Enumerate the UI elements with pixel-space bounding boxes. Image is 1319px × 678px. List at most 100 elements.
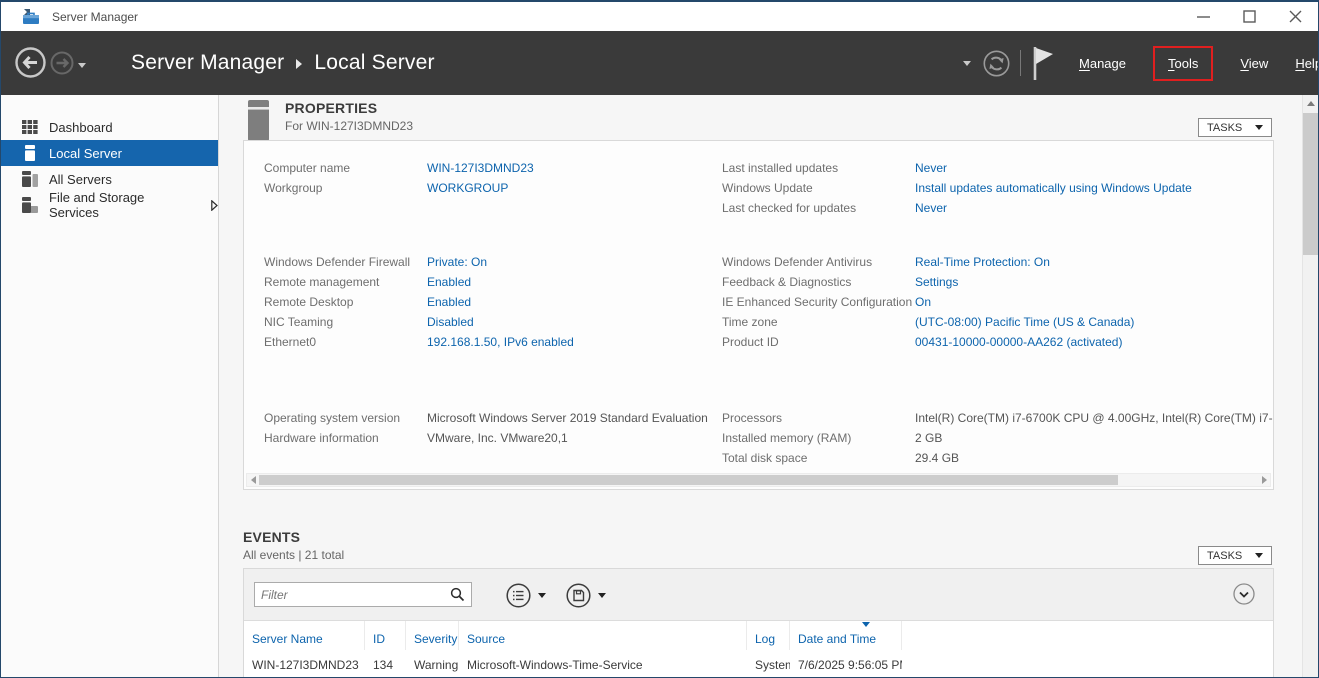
window-body: Dashboard Local Server All Servers File and… (1, 95, 1318, 677)
event-row[interactable]: WIN-127I3DMND23134WarningMicrosoft-Windo… (244, 650, 1273, 677)
sidebar-item-file-and-storage-services[interactable]: File and Storage Services (1, 192, 218, 218)
query-list-button[interactable] (506, 583, 546, 608)
notifications-dropdown-icon[interactable] (963, 61, 971, 66)
nav-divider (1020, 50, 1021, 76)
column-header-server-name[interactable]: Server Name (244, 621, 365, 650)
tasks-dropdown-icon (1255, 125, 1263, 130)
menu-help[interactable]: Help (1295, 56, 1319, 71)
forward-icon[interactable] (50, 51, 74, 80)
server-manager-app-icon (22, 9, 40, 25)
menu-manage[interactable]: Manage (1079, 56, 1126, 71)
menu-tools[interactable]: Tools (1153, 46, 1213, 81)
property-row: ProcessorsIntel(R) Core(TM) i7-6700K CPU… (722, 408, 1274, 428)
scroll-up-icon[interactable] (1307, 101, 1315, 106)
property-value-link[interactable]: Enabled (427, 295, 471, 309)
horizontal-scroll-thumb[interactable] (259, 475, 1118, 485)
sidebar-item-label: All Servers (49, 172, 112, 187)
column-header-id[interactable]: ID (365, 621, 406, 650)
property-label: Windows Defender Antivirus (722, 252, 915, 272)
nav-history-controls (15, 47, 86, 83)
property-label: Computer name (264, 158, 427, 178)
property-value-link[interactable]: Settings (915, 275, 958, 289)
filter-input[interactable] (255, 588, 450, 602)
property-group: Computer nameWIN-127I3DMND23WorkgroupWOR… (264, 158, 534, 198)
property-row: Windows Defender FirewallPrivate: On (264, 252, 574, 272)
notification-flag-icon[interactable] (1031, 45, 1055, 82)
properties-header: PROPERTIES For WIN-127I3DMND23 (248, 100, 413, 141)
column-header-date-and-time[interactable]: Date and Time (790, 621, 902, 650)
property-row: Windows Defender AntivirusReal-Time Prot… (722, 252, 1134, 272)
property-value-link[interactable]: (UTC-08:00) Pacific Time (US & Canada) (915, 315, 1134, 329)
property-value-link[interactable]: 192.168.1.50, IPv6 enabled (427, 335, 574, 349)
property-value-link[interactable]: Enabled (427, 275, 471, 289)
sidebar-item-label: Dashboard (49, 120, 113, 135)
close-icon[interactable] (1272, 2, 1318, 31)
property-row: Hardware informationVMware, Inc. VMware2… (264, 428, 708, 448)
scroll-right-icon[interactable] (1262, 476, 1267, 484)
tasks-dropdown-icon (1255, 553, 1263, 558)
vertical-scroll-thumb[interactable] (1303, 113, 1318, 255)
property-group: Windows Defender FirewallPrivate: OnRemo… (264, 252, 574, 352)
column-header-log[interactable]: Log (747, 621, 790, 650)
property-label: IE Enhanced Security Configuration (722, 292, 915, 312)
property-label: Windows Update (722, 178, 915, 198)
property-value: Microsoft Windows Server 2019 Standard E… (427, 411, 708, 425)
refresh-icon[interactable] (983, 50, 1010, 77)
property-label: Total disk space (722, 448, 915, 468)
sidebar-item-all-servers[interactable]: All Servers (1, 166, 218, 192)
properties-tasks-button[interactable]: TASKS (1198, 118, 1272, 137)
menu-view[interactable]: View (1240, 56, 1268, 71)
minimize-icon[interactable] (1180, 2, 1226, 31)
back-icon[interactable] (15, 47, 46, 83)
events-header-row: Server NameIDSeveritySourceLogDate and T… (244, 621, 1273, 650)
property-label: Remote Desktop (264, 292, 427, 312)
property-label: Installed memory (RAM) (722, 428, 915, 448)
property-value-link[interactable]: 00431-10000-00000-AA262 (activated) (915, 335, 1122, 349)
property-value-link[interactable]: WORKGROUP (427, 181, 508, 195)
server-manager-window: Server Manager Server Manager Local Serv… (0, 0, 1319, 678)
property-value-link[interactable]: WIN-127I3DMND23 (427, 161, 534, 175)
event-cell: Microsoft-Windows-Time-Service (459, 658, 747, 672)
scroll-left-icon[interactable] (251, 476, 256, 484)
property-label: Last installed updates (722, 158, 915, 178)
breadcrumb-root[interactable]: Server Manager (131, 51, 284, 75)
event-cell: 134 (365, 658, 406, 672)
sidebar-item-label: File and Storage Services (49, 190, 192, 220)
maximize-icon[interactable] (1226, 2, 1272, 31)
horizontal-scrollbar[interactable] (246, 473, 1271, 487)
property-row: Remote managementEnabled (264, 272, 574, 292)
history-dropdown-icon[interactable] (78, 63, 86, 68)
chevron-down-icon (538, 593, 546, 598)
property-value-link[interactable]: Real-Time Protection: On (915, 255, 1050, 269)
expand-chevron-icon[interactable] (211, 200, 218, 211)
property-label: Remote management (264, 272, 427, 292)
save-query-button[interactable] (566, 583, 606, 608)
navbar-menus: Manage Tools View Help (1079, 31, 1319, 95)
property-value-link[interactable]: Never (915, 161, 947, 175)
sidebar-item-dashboard[interactable]: Dashboard (1, 114, 218, 140)
properties-panel: Computer nameWIN-127I3DMND23WorkgroupWOR… (243, 140, 1274, 490)
property-label: NIC Teaming (264, 312, 427, 332)
property-value-link[interactable]: Install updates automatically using Wind… (915, 181, 1192, 195)
property-value-link[interactable]: On (915, 295, 931, 309)
property-value-link[interactable]: Never (915, 201, 947, 215)
property-row: Total disk space29.4 GB (722, 448, 1274, 468)
vertical-scrollbar[interactable] (1302, 95, 1318, 677)
collapse-toolbar-button[interactable] (1233, 583, 1255, 605)
column-header-filler (902, 621, 1273, 650)
property-row: Last installed updatesNever (722, 158, 1192, 178)
events-tasks-button[interactable]: TASKS (1198, 546, 1272, 565)
column-header-source[interactable]: Source (459, 621, 747, 650)
property-label: Time zone (722, 312, 915, 332)
column-header-severity[interactable]: Severity (406, 621, 459, 650)
property-value-link[interactable]: Private: On (427, 255, 487, 269)
event-cell: 7/6/2025 9:56:05 PM (790, 658, 902, 672)
property-value-link[interactable]: Disabled (427, 315, 474, 329)
server-tower-icon (248, 100, 269, 141)
sidebar-item-local-server[interactable]: Local Server (1, 140, 218, 166)
property-value: 29.4 GB (915, 451, 959, 465)
main-content: PROPERTIES For WIN-127I3DMND23 TASKS Com… (219, 95, 1302, 677)
event-cell: System (747, 658, 790, 672)
properties-subtitle: For WIN-127I3DMND23 (285, 119, 413, 133)
property-row: Time zone(UTC-08:00) Pacific Time (US & … (722, 312, 1134, 332)
